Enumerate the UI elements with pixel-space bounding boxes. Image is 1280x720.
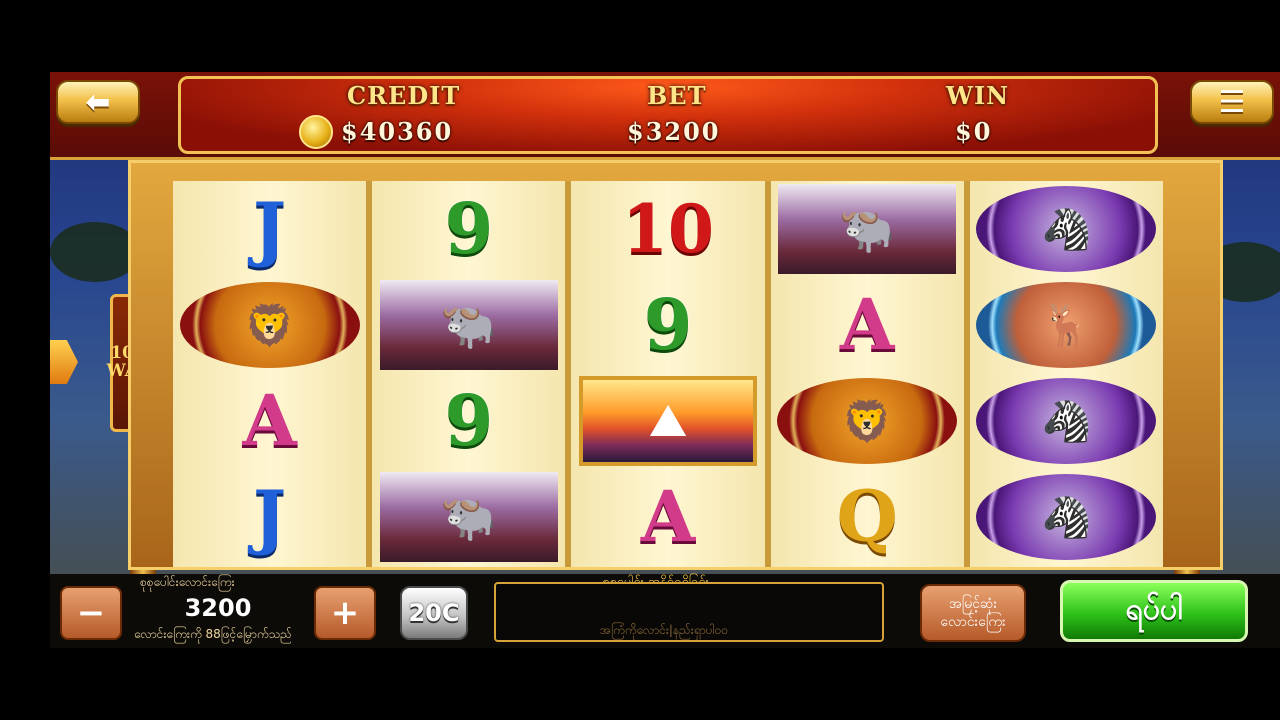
reel-cell: 🦁 — [173, 277, 366, 373]
lion-symbol-icon: 🦁 — [179, 282, 360, 368]
hud-panel: CREDIT $40360 BET $3200 WIN $0 — [178, 76, 1158, 154]
bet-multiplier-caption: လောင်းကြေးကို 88ဖြင့်မြှောက်သည် — [134, 627, 292, 641]
win-label: WIN — [946, 81, 1010, 110]
bet-label: BET — [647, 81, 707, 110]
reel-cell: 🦓 — [970, 181, 1163, 277]
reel-2: 9 🐃 9 🐃 — [372, 181, 566, 567]
win-value: $0 — [955, 117, 993, 146]
reel-cell: 🦁 — [771, 373, 964, 469]
total-bet-amount: 3200 — [184, 594, 252, 622]
reels-grid: J 🦁 A J 9 🐃 9 🐃 10 9 ⛰ A 🐃 A 🦁 Q 🦓 🦌 🦓 🦓 — [173, 181, 1164, 567]
zebra-symbol-icon: 🦓 — [976, 474, 1157, 560]
reel-5: 🦓 🦌 🦓 🦓 — [969, 181, 1164, 567]
total-bet-caption: စုစုပေါင်းလောင်းကြေး — [140, 575, 235, 589]
reel-cell: 9 — [372, 373, 565, 469]
max-bet-label-line1: အမြင့်ဆုံး — [948, 595, 998, 612]
reel-cell: 🦓 — [970, 373, 1163, 469]
menu-button[interactable]: ☰ — [1190, 80, 1274, 124]
zebra-symbol-icon: 🦓 — [976, 378, 1157, 464]
credit-value: $40360 — [341, 117, 454, 146]
reel-cell: 🦓 — [970, 469, 1163, 565]
screen: ⬅ ☰ CREDIT $40360 BET $3200 WIN $0 1024 … — [0, 0, 1280, 720]
buffalo-symbol-icon: 🐃 — [379, 280, 558, 370]
reel-cell: A — [771, 277, 964, 373]
plus-icon: + — [330, 593, 360, 633]
background-tree — [50, 222, 140, 282]
reel-cell: 🐃 — [771, 181, 964, 277]
spin-stop-button[interactable]: ရပ်ပါ — [1060, 580, 1248, 642]
reel-cell: J — [173, 181, 366, 277]
card-symbol-9: 9 — [444, 187, 494, 270]
card-symbol-j: J — [253, 187, 287, 270]
max-bet-button[interactable]: အမြင့်ဆုံး လောင်းကြေး — [920, 584, 1026, 642]
slot-game-window: ⬅ ☰ CREDIT $40360 BET $3200 WIN $0 1024 … — [50, 72, 1280, 648]
buffalo-symbol-icon: 🐃 — [379, 472, 558, 562]
max-bet-label-line2: လောင်းကြေး — [940, 614, 1006, 630]
bottom-bar: − စုစုပေါင်းလောင်းကြေး 3200 လောင်းကြေးကိ… — [50, 574, 1280, 648]
reel-cell: J — [173, 469, 366, 565]
reels-frame: J 🦁 A J 9 🐃 9 🐃 10 9 ⛰ A 🐃 A 🦁 Q 🦓 🦌 🦓 🦓 — [128, 160, 1223, 570]
reel-3: 10 9 ⛰ A — [571, 181, 765, 567]
hamburger-menu-icon: ☰ — [1218, 84, 1246, 120]
gold-coin-icon — [299, 115, 333, 149]
reel-1: J 🦁 A J — [173, 181, 367, 567]
kudu-symbol-icon: 🦌 — [976, 282, 1157, 368]
reel-cell: A — [571, 469, 764, 565]
back-arrow-icon: ⬅ — [85, 84, 111, 120]
card-symbol-10: 10 — [622, 190, 714, 268]
card-symbol-a: A — [640, 475, 696, 558]
buffalo-symbol-icon: 🐃 — [778, 184, 957, 274]
top-bar: ⬅ ☰ CREDIT $40360 BET $3200 WIN $0 — [50, 72, 1280, 160]
card-symbol-q: Q — [836, 475, 898, 558]
reel-cell: Q — [771, 469, 964, 565]
lion-symbol-icon: 🦁 — [777, 378, 958, 464]
decrease-bet-button[interactable]: − — [60, 586, 122, 640]
card-symbol-9: 9 — [643, 283, 693, 366]
bet-value: $3200 — [627, 117, 721, 146]
minus-icon: − — [76, 593, 106, 633]
reel-cell: ⛰ — [571, 373, 764, 469]
reel-cell: 9 — [372, 181, 565, 277]
coin-value-button[interactable]: 20C — [400, 586, 468, 640]
card-symbol-9: 9 — [444, 379, 494, 462]
reel-cell: 🐃 — [372, 469, 565, 565]
reel-cell: 🐃 — [372, 277, 565, 373]
info-message: အကြံကိုလောင်း|နည်းရှာပါ၀ဝ — [600, 623, 729, 637]
zebra-symbol-icon: 🦓 — [976, 186, 1157, 272]
card-symbol-a: A — [840, 283, 895, 366]
credit-label: CREDIT — [347, 81, 461, 110]
reel-cell: 🦌 — [970, 277, 1163, 373]
reel-cell: A — [173, 373, 366, 469]
back-button[interactable]: ⬅ — [56, 80, 140, 124]
card-symbol-j: J — [253, 475, 287, 558]
side-panel-arrow-icon[interactable] — [50, 340, 78, 384]
reel-4: 🐃 A 🦁 Q — [770, 181, 964, 567]
sunset-mountain-symbol-icon: ⛰ — [579, 376, 757, 466]
reel-cell: 9 — [571, 277, 764, 373]
message-box: အကြံကိုလောင်း|နည်းရှာပါ၀ဝ — [494, 582, 884, 642]
increase-bet-button[interactable]: + — [314, 586, 376, 640]
reel-cell: 10 — [571, 181, 764, 277]
card-symbol-a: A — [242, 379, 297, 462]
